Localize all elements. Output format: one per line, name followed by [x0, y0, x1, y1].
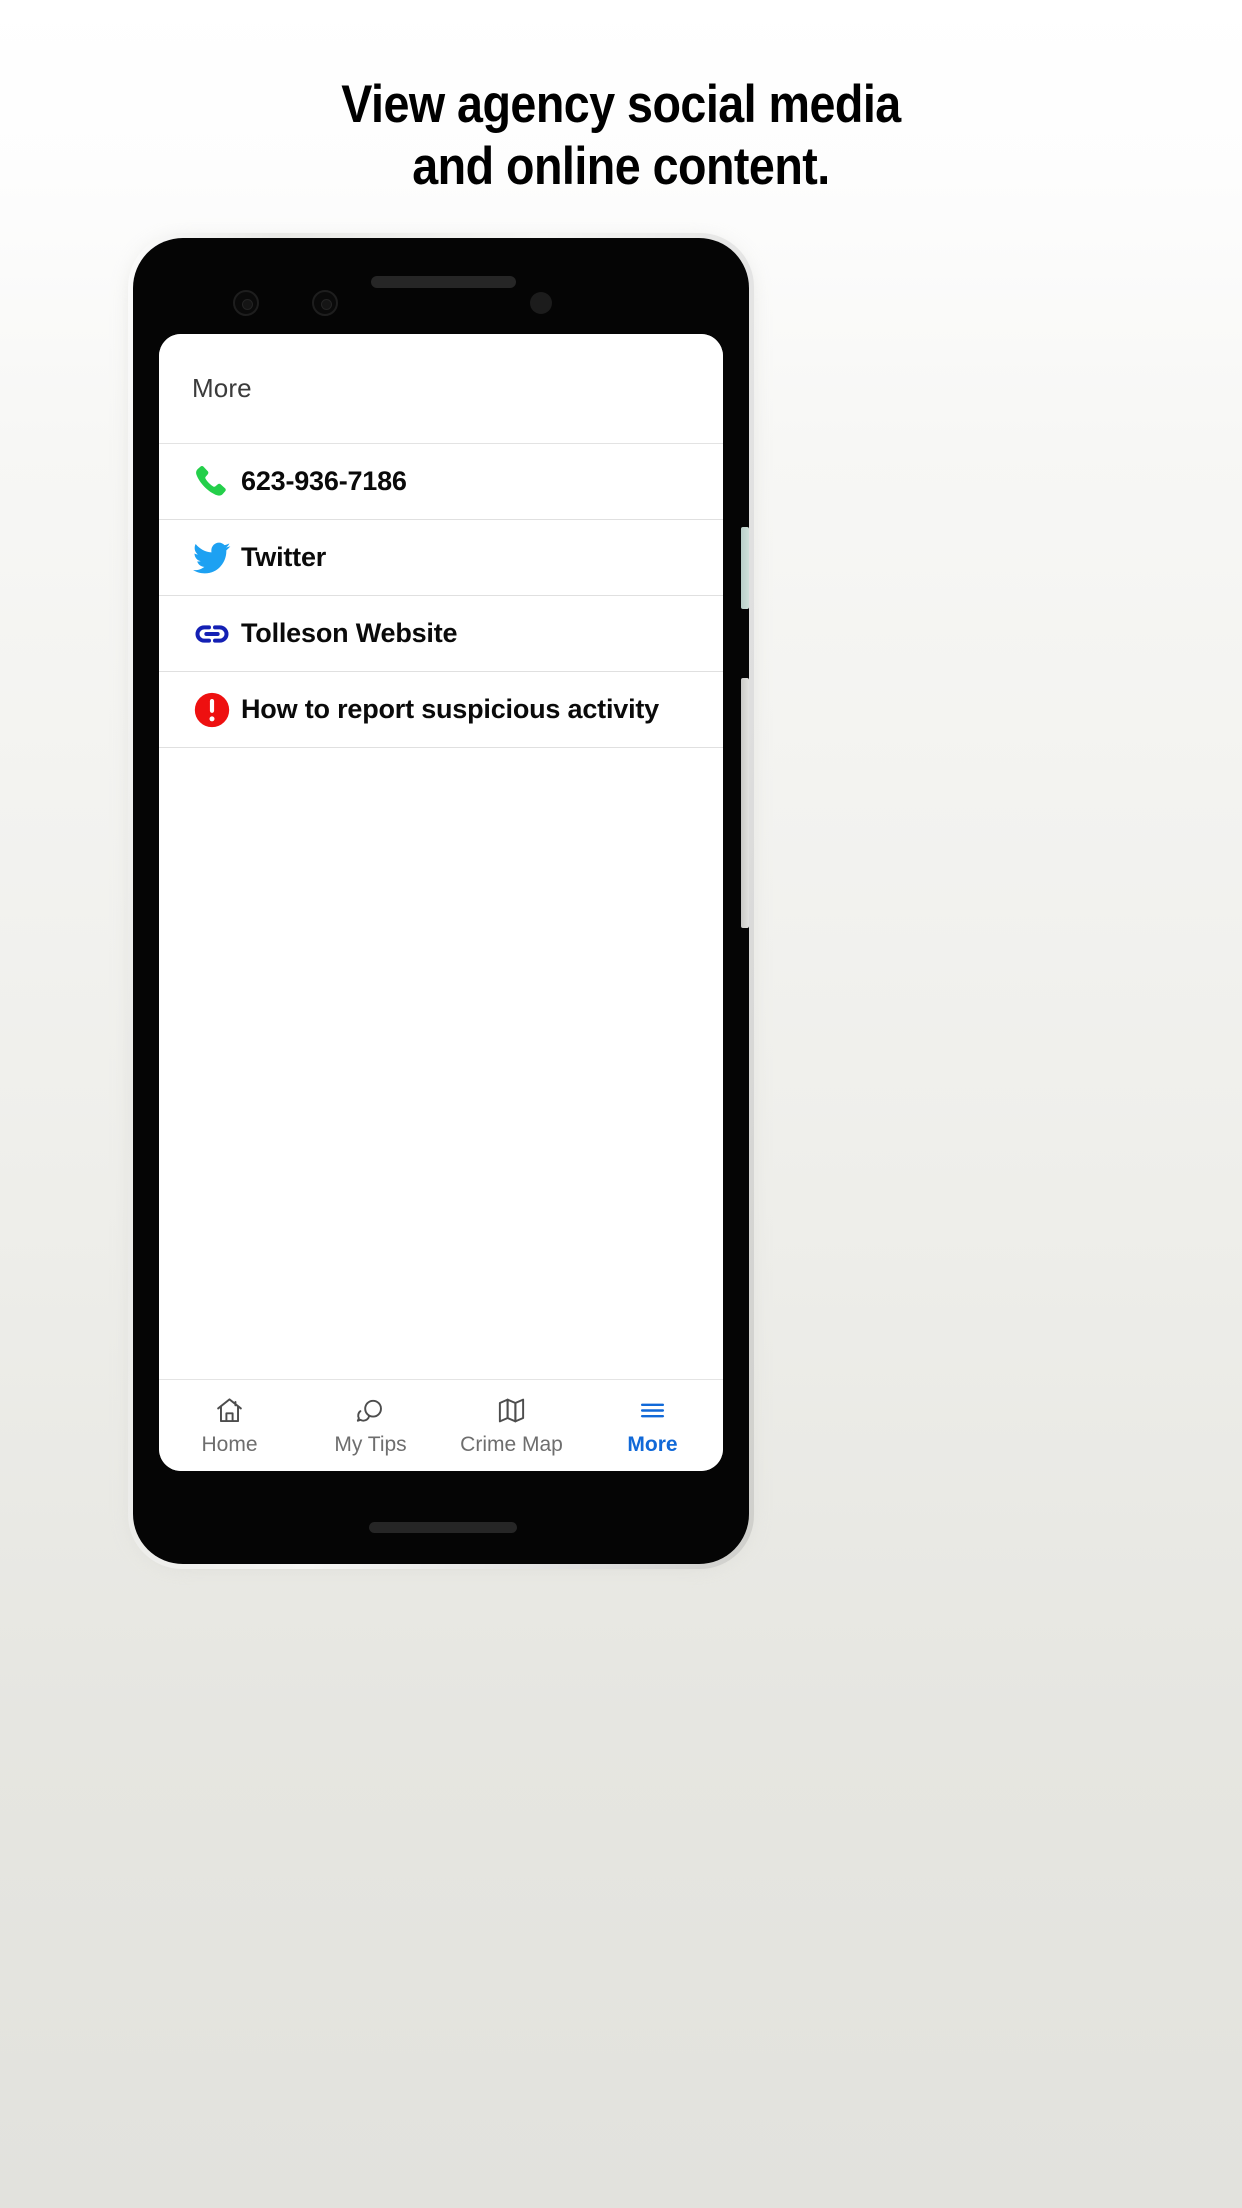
tab-home[interactable]: Home	[159, 1380, 300, 1471]
tab-label: More	[627, 1433, 678, 1456]
tab-crime-map[interactable]: Crime Map	[441, 1380, 582, 1471]
home-icon	[214, 1394, 245, 1426]
phone-screen: More 623-936-7186 Twitter Tolleson Websi…	[159, 334, 723, 1471]
tab-label: My Tips	[334, 1433, 407, 1456]
map-icon	[496, 1394, 527, 1426]
twitter-bird-icon	[183, 538, 241, 578]
list-item-label: Tolleson Website	[241, 618, 458, 648]
tab-label: Home	[201, 1433, 258, 1456]
phone-body: More 623-936-7186 Twitter Tolleson Websi…	[133, 238, 749, 1564]
headline-line-1: View agency social media	[341, 75, 901, 134]
hamburger-menu-icon	[637, 1394, 668, 1426]
tab-more[interactable]: More	[582, 1380, 723, 1471]
list-item-website[interactable]: Tolleson Website	[159, 596, 723, 672]
list-item-label: 623-936-7186	[241, 466, 407, 496]
list-item-phone-number[interactable]: 623-936-7186	[159, 444, 723, 520]
volume-button[interactable]	[741, 678, 749, 928]
list-item-label: Twitter	[241, 542, 327, 572]
list-item-report-suspicious-activity[interactable]: How to report suspicious activity	[159, 672, 723, 748]
front-camera-icon	[530, 292, 552, 314]
list-item-label: How to report suspicious activity	[241, 694, 659, 724]
list-item-twitter[interactable]: Twitter	[159, 520, 723, 596]
proximity-sensor-icon	[233, 290, 259, 316]
power-button[interactable]	[741, 527, 749, 609]
ambient-light-sensor-icon	[312, 290, 338, 316]
bottom-tab-bar: Home My Tips Crime Map More	[159, 1379, 723, 1471]
bottom-speaker-grille	[369, 1522, 517, 1533]
page-title: More	[192, 373, 252, 403]
earpiece-speaker	[371, 276, 516, 288]
link-icon	[183, 614, 241, 654]
alert-circle-icon	[183, 690, 241, 730]
app-header: More	[159, 334, 723, 444]
more-options-list: 623-936-7186 Twitter Tolleson Website Ho…	[159, 444, 723, 1379]
phone-device-mockup: More 623-936-7186 Twitter Tolleson Websi…	[128, 233, 754, 1569]
promo-headline: View agency social media and online cont…	[75, 74, 1168, 198]
phone-icon	[183, 463, 241, 501]
chat-bubbles-icon	[355, 1394, 386, 1426]
headline-line-2: and online content.	[412, 137, 830, 196]
tab-label: Crime Map	[460, 1433, 563, 1456]
tab-my-tips[interactable]: My Tips	[300, 1380, 441, 1471]
